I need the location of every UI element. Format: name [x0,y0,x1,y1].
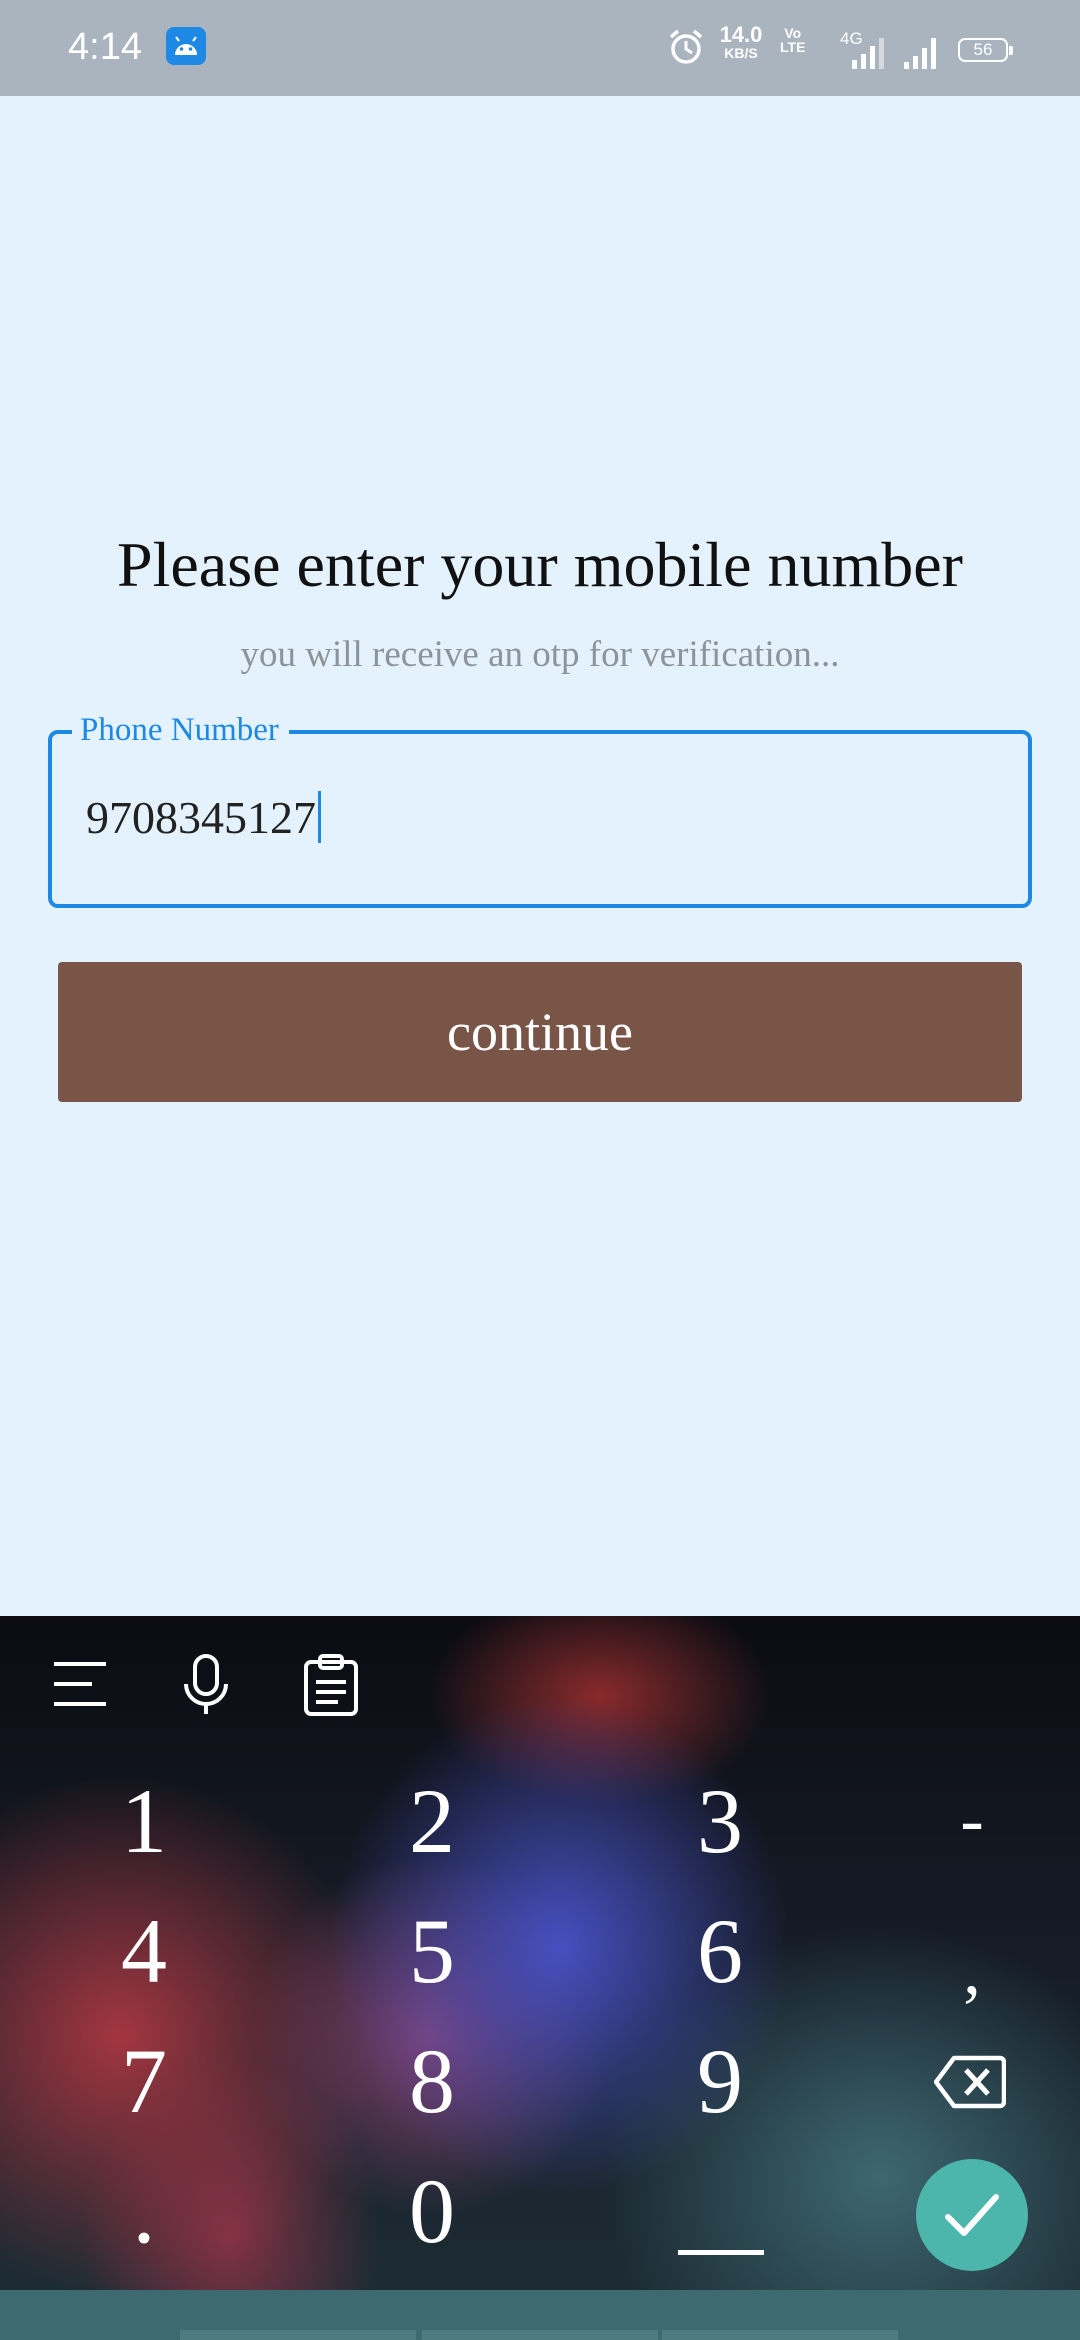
continue-button[interactable]: continue [58,962,1022,1102]
phone-number-input[interactable]: 9708345127 [86,790,321,846]
page-title: Please enter your mobile number [117,529,963,600]
volte-indicator: Vo LTE [780,25,806,55]
signal-strength-icon [900,26,946,75]
key-1[interactable]: 1 [44,1756,244,1886]
key-9[interactable]: 9 [620,2016,820,2146]
key-7[interactable]: 7 [44,2016,244,2146]
status-time: 4:14 [68,26,142,68]
done-key[interactable] [916,2159,1028,2271]
menu-icon[interactable] [50,1654,110,1719]
network-type-label: 4G [840,29,863,48]
status-bar: 4:14 14.0 KB/S Vo LTE 4G 56 [0,0,1080,96]
key-period[interactable]: . [44,2146,244,2276]
android-app-icon [166,27,206,65]
key-2[interactable]: 2 [332,1756,532,1886]
key-8[interactable]: 8 [332,2016,532,2146]
key-4[interactable]: 4 [44,1886,244,2016]
clipboard-icon[interactable] [302,1652,360,1723]
key-5[interactable]: 5 [332,1886,532,2016]
phone-number-field[interactable]: Phone Number 9708345127 [48,710,1032,908]
key-comma[interactable]: , [872,1906,1072,2036]
space-key[interactable] [678,2250,764,2255]
alarm-icon [668,28,704,71]
key-3[interactable]: 3 [620,1756,820,1886]
key-0[interactable]: 0 [332,2146,532,2276]
backspace-icon[interactable] [933,2054,1007,2115]
keyboard-toolbar [0,1616,1080,1750]
text-cursor [318,791,321,843]
battery-icon: 56 [958,38,1013,62]
signal-4g-icon: 4G [836,26,888,75]
page-subtitle: you will receive an otp for verification… [240,634,840,675]
phone-number-label: Phone Number [72,710,289,750]
network-speed: 14.0 KB/S [719,22,763,61]
nav-handle-left [180,2330,416,2340]
phone-number-value: 9708345127 [86,792,316,843]
key-6[interactable]: 6 [620,1886,820,2016]
nav-handle-center [422,2330,658,2340]
microphone-icon[interactable] [178,1652,234,1723]
checkmark-icon [945,2194,999,2236]
nav-handle-right [662,2330,898,2340]
key-hyphen[interactable]: - [872,1756,1072,1886]
